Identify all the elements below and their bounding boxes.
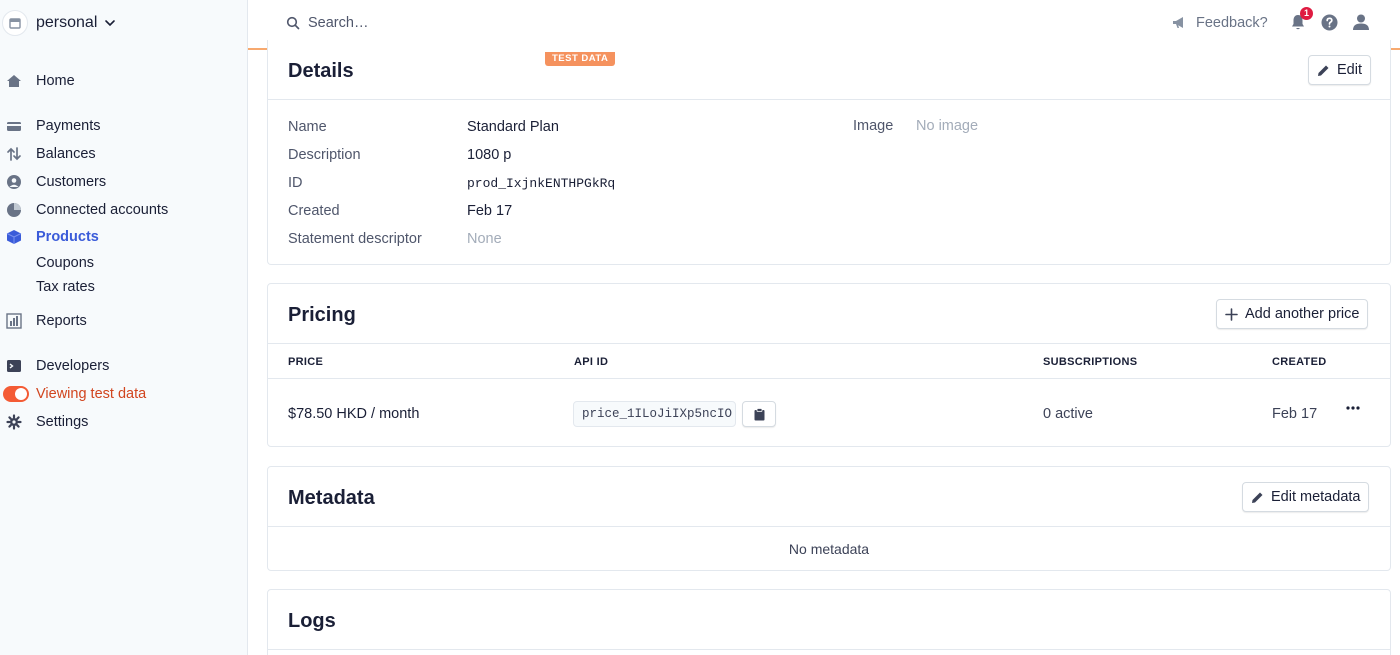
edit-metadata-label: Edit metadata (1271, 489, 1361, 505)
edit-details-button[interactable]: Edit (1308, 55, 1371, 85)
sidebar-item-label: Reports (36, 313, 87, 329)
pricing-card: Pricing Add another price PRICE API ID S… (267, 283, 1391, 447)
chevron-down-icon (105, 20, 116, 27)
sidebar-item-label: Payments (36, 118, 101, 134)
plus-icon (1225, 307, 1238, 321)
sidebar-item-viewing-test-data[interactable]: Viewing test data (0, 383, 246, 405)
column-header-price: PRICE (288, 356, 324, 368)
details-card: Details Edit Name Standard Plan Descript… (267, 40, 1391, 265)
metadata-title: Metadata (288, 487, 375, 509)
connected-accounts-icon (6, 202, 22, 218)
gear-icon (6, 414, 22, 430)
sidebar: personal Home Payments Balances Customer… (0, 0, 248, 655)
field-value-name: Standard Plan (467, 119, 559, 135)
products-icon (6, 229, 22, 245)
field-value-description: 1080 p (467, 147, 512, 163)
edit-label: Edit (1337, 62, 1362, 78)
help-icon (1321, 14, 1338, 31)
field-value-created: Feb 17 (467, 203, 513, 219)
field-label-description: Description (288, 147, 361, 163)
divider (268, 343, 1390, 344)
sidebar-item-reports[interactable]: Reports (0, 310, 246, 332)
logs-card: Logs (267, 589, 1391, 655)
table-row[interactable]: $78.50 HKD / month price_1ILoJiIXp5ncIO … (268, 379, 1390, 447)
sidebar-item-label: Developers (36, 358, 110, 374)
more-options-icon[interactable] (1346, 406, 1360, 410)
sidebar-item-connected-accounts[interactable]: Connected accounts (0, 199, 246, 221)
add-another-price-button[interactable]: Add another price (1216, 299, 1369, 329)
add-price-label: Add another price (1245, 306, 1360, 322)
developers-icon (6, 358, 22, 374)
metadata-card: Metadata Edit metadata No metadata (267, 466, 1391, 571)
sidebar-item-label: Viewing test data (36, 386, 147, 402)
pencil-icon (1318, 65, 1329, 76)
pencil-icon (1252, 492, 1263, 503)
created-value: Feb 17 (1272, 406, 1318, 422)
field-label-statement-descriptor: Statement descriptor (288, 231, 422, 247)
sidebar-subitem-tax-rates[interactable]: Tax rates (36, 279, 95, 295)
no-metadata-text: No metadata (788, 541, 870, 557)
user-icon (1353, 14, 1369, 30)
clipboard-icon (754, 407, 764, 420)
search-icon (286, 16, 300, 30)
feedback-label: Feedback? (1196, 15, 1268, 31)
sidebar-item-label: Balances (36, 146, 96, 162)
notifications-button[interactable]: 1 (1290, 7, 1313, 34)
api-id-field[interactable]: price_1ILoJiIXp5ncIO (573, 401, 736, 427)
field-value-image: No image (916, 118, 979, 134)
divider (268, 99, 1390, 100)
column-header-subscriptions: SUBSCRIPTIONS (1043, 356, 1138, 368)
test-data-badge: TEST DATA (545, 52, 616, 66)
sidebar-item-developers[interactable]: Developers (0, 355, 246, 377)
sidebar-item-payments[interactable]: Payments (0, 115, 246, 137)
sidebar-item-home[interactable]: Home (0, 70, 246, 92)
logs-title: Logs (288, 610, 336, 632)
field-value-id: prod_IxjnkENTHPGkRq (467, 176, 616, 191)
sidebar-item-products[interactable]: Products (0, 226, 246, 248)
test-data-toggle[interactable] (3, 386, 29, 402)
account-name: personal (36, 14, 98, 31)
feedback-button[interactable]: Feedback? (1172, 15, 1268, 31)
sidebar-item-label: Customers (36, 174, 107, 190)
home-icon (6, 73, 22, 89)
edit-metadata-button[interactable]: Edit metadata (1242, 482, 1370, 512)
divider (268, 526, 1390, 527)
notification-badge: 1 (1300, 7, 1313, 20)
search-input[interactable] (308, 15, 508, 31)
divider (268, 649, 1390, 650)
payments-icon (6, 118, 22, 134)
sidebar-item-label: Connected accounts (36, 202, 169, 218)
sidebar-item-label: Home (36, 73, 75, 89)
reports-icon (6, 313, 22, 329)
account-switcher[interactable]: personal (0, 8, 117, 38)
help-button[interactable] (1321, 14, 1338, 34)
column-header-api-id: API ID (574, 356, 609, 368)
field-label-created: Created (288, 203, 340, 219)
field-label-name: Name (288, 119, 327, 135)
balances-icon (6, 146, 22, 162)
user-menu-button[interactable] (1352, 13, 1370, 34)
column-header-created: CREATED (1272, 356, 1327, 368)
search-bar[interactable] (286, 15, 508, 31)
pricing-title: Pricing (288, 304, 356, 326)
sidebar-subitem-coupons[interactable]: Coupons (36, 255, 94, 271)
sidebar-item-settings[interactable]: Settings (0, 411, 246, 433)
sidebar-item-balances[interactable]: Balances (0, 143, 246, 165)
store-icon (2, 10, 28, 36)
sidebar-item-label: Products (36, 229, 99, 245)
megaphone-icon (1173, 17, 1183, 28)
field-label-id: ID (288, 175, 303, 191)
details-title: Details (288, 60, 354, 82)
subscriptions-value: 0 active (1043, 406, 1093, 422)
copy-button[interactable] (742, 401, 776, 427)
sidebar-item-customers[interactable]: Customers (0, 171, 246, 193)
price-value: $78.50 HKD / month (288, 406, 420, 422)
sidebar-item-label: Settings (36, 414, 89, 430)
field-label-image: Image (853, 118, 894, 134)
field-value-statement-descriptor: None (467, 231, 502, 247)
customers-icon (6, 174, 22, 190)
